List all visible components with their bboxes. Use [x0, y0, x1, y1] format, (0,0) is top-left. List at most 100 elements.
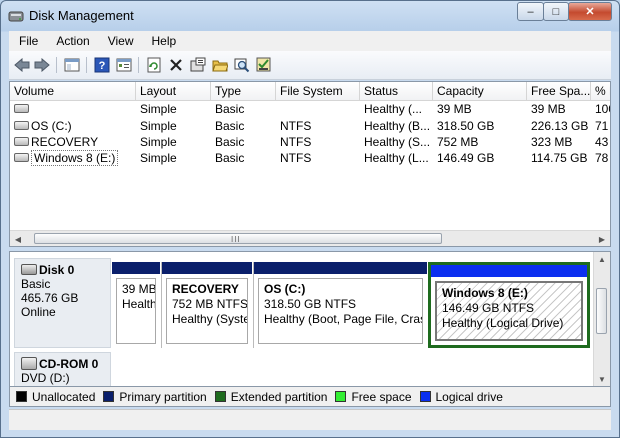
close-button[interactable]: ✕ [568, 2, 612, 21]
cell-free-space: 114.75 GB [531, 151, 588, 165]
refresh-icon[interactable] [145, 56, 163, 74]
partition-legend: Unallocated Primary partition Extended p… [9, 387, 611, 407]
disk-properties-icon[interactable] [189, 56, 207, 74]
legend-free-space: Free space [335, 389, 412, 404]
partition-recovery[interactable]: RECOVERY 752 MB NTFS Healthy (Syster [162, 262, 252, 348]
properties-view-icon[interactable] [115, 56, 133, 74]
cell-type: Basic [215, 151, 245, 165]
menu-action[interactable]: Action [46, 34, 97, 48]
legend-unallocated: Unallocated [16, 390, 95, 404]
table-row[interactable]: Windows 8 (E:) Simple Basic NTFS Healthy… [10, 150, 610, 166]
partition-39mb[interactable]: 39 MB Healthy [112, 262, 160, 348]
window-title: Disk Management [29, 8, 134, 23]
cell-type: Basic [215, 102, 245, 116]
settings-check-icon[interactable] [255, 56, 273, 74]
table-row[interactable]: OS (C:) Simple Basic NTFS Healthy (B... … [10, 118, 610, 134]
cell-free-space: 226.13 GB [531, 119, 589, 133]
partition-header-bar [254, 262, 427, 274]
legend-logical-drive: Logical drive [419, 390, 503, 404]
scroll-up-icon[interactable]: ▲ [594, 252, 610, 266]
column-layout[interactable]: Layout [136, 82, 211, 100]
partition-os-c[interactable]: OS (C:) 318.50 GB NTFS Healthy (Boot, Pa… [254, 262, 427, 348]
partition-header-bar [431, 265, 587, 277]
partition-status: Healthy [122, 297, 155, 311]
toolbar-separator [56, 57, 57, 73]
volume-icon [14, 153, 29, 163]
horizontal-scroll-thumb[interactable]: III [34, 233, 442, 244]
cell-capacity: 39 MB [437, 102, 472, 116]
partition-size: 318.50 GB NTFS [264, 297, 357, 311]
minimize-button[interactable]: – [517, 2, 544, 21]
search-drive-icon[interactable] [233, 56, 251, 74]
console-tree-icon[interactable] [63, 56, 81, 74]
scroll-down-icon[interactable]: ▼ [594, 372, 610, 386]
partition-body: Windows 8 (E:) 146.49 GB NTFS Healthy (L… [435, 281, 583, 341]
title-bar[interactable]: Disk Management – □ ✕ [1, 1, 619, 31]
legend-label: Primary partition [119, 389, 207, 404]
help-icon[interactable]: ? [93, 56, 111, 74]
cdrom-type: DVD (D:) [21, 371, 70, 386]
disk0-label[interactable]: Disk 0 Basic 465.76 GB Online [14, 258, 111, 348]
disk0-name: Disk 0 [39, 263, 75, 277]
menu-view[interactable]: View [98, 34, 142, 48]
volume-icon [14, 137, 29, 147]
vertical-scroll-thumb[interactable] [596, 288, 607, 334]
column-file-system[interactable]: File System [276, 82, 360, 100]
cell-capacity: 752 MB [437, 135, 479, 149]
column-status[interactable]: Status [360, 82, 433, 100]
back-arrow-icon[interactable] [13, 56, 31, 74]
cell-status: Healthy (B... [364, 119, 431, 133]
partition-body: RECOVERY 752 MB NTFS Healthy (Syster [166, 278, 248, 344]
cell-free-space: 323 MB [531, 135, 573, 149]
cell-layout: Simple [140, 151, 177, 165]
cell-layout: Simple [140, 119, 177, 133]
legend-label: Unallocated [32, 389, 96, 404]
partition-body: OS (C:) 318.50 GB NTFS Healthy (Boot, Pa… [258, 278, 423, 344]
toolbar-separator [86, 57, 87, 73]
delete-icon[interactable] [167, 56, 185, 74]
legend-label: Free space [351, 389, 412, 404]
volume-list: Volume Layout Type File System Status Ca… [9, 81, 611, 247]
partition-title: OS (C:) [264, 282, 306, 296]
legend-primary-partition: Primary partition [103, 389, 207, 404]
cell-file-system [276, 101, 360, 117]
scroll-right-icon[interactable]: ▶ [594, 231, 610, 246]
column-free-space[interactable]: Free Spa... [527, 82, 591, 100]
table-row[interactable]: RECOVERY Simple Basic NTFS Healthy (S...… [10, 134, 610, 150]
menu-help[interactable]: Help [142, 34, 185, 48]
cell-status: Healthy (... [364, 102, 423, 116]
cell-percent-free: 71 [595, 119, 609, 133]
partition-title: Windows 8 (E:) [442, 286, 528, 300]
forward-arrow-icon[interactable] [33, 56, 51, 74]
partition-body: 39 MB Healthy [116, 278, 156, 344]
partition-windows8-e[interactable]: Windows 8 (E:) 146.49 GB NTFS Healthy (L… [428, 262, 590, 348]
column-percent-free[interactable]: % F [591, 82, 610, 100]
vertical-scrollbar[interactable]: ▲ ▼ [593, 252, 610, 386]
cdrom-icon [21, 357, 37, 371]
legend-extended-partition: Extended partition [214, 390, 327, 404]
column-volume[interactable]: Volume [10, 82, 136, 100]
cell-type: Basic [215, 135, 245, 149]
cell-percent-free: 43 [595, 135, 609, 149]
cell-capacity: 318.50 GB [437, 119, 495, 133]
partition-header-bar [112, 262, 160, 274]
maximize-button[interactable]: □ [543, 2, 569, 21]
cdrom0-label[interactable]: CD-ROM 0 DVD (D:) [14, 352, 111, 386]
disk-management-app-icon [8, 8, 24, 24]
scroll-left-icon[interactable]: ◀ [10, 231, 26, 246]
horizontal-scrollbar[interactable]: ◀ III ▶ [10, 230, 610, 246]
cell-percent-free: 100 [595, 102, 610, 116]
open-folder-icon[interactable] [211, 56, 229, 74]
cell-volume: OS (C:) [10, 118, 136, 134]
partition-status: Healthy (Syster [172, 312, 248, 326]
partition-status: Healthy (Boot, Page File, Crash [264, 312, 423, 326]
cell-status: Healthy (S... [364, 135, 431, 149]
legend-swatch [419, 391, 431, 402]
table-row[interactable]: Simple Basic Healthy (... 39 MB 39 MB 10… [10, 101, 610, 117]
column-capacity[interactable]: Capacity [433, 82, 527, 100]
menu-file[interactable]: File [9, 34, 46, 48]
cell-volume: RECOVERY [10, 134, 136, 150]
volume-icon [14, 104, 29, 114]
disk-icon [21, 264, 37, 276]
column-type[interactable]: Type [211, 82, 276, 100]
